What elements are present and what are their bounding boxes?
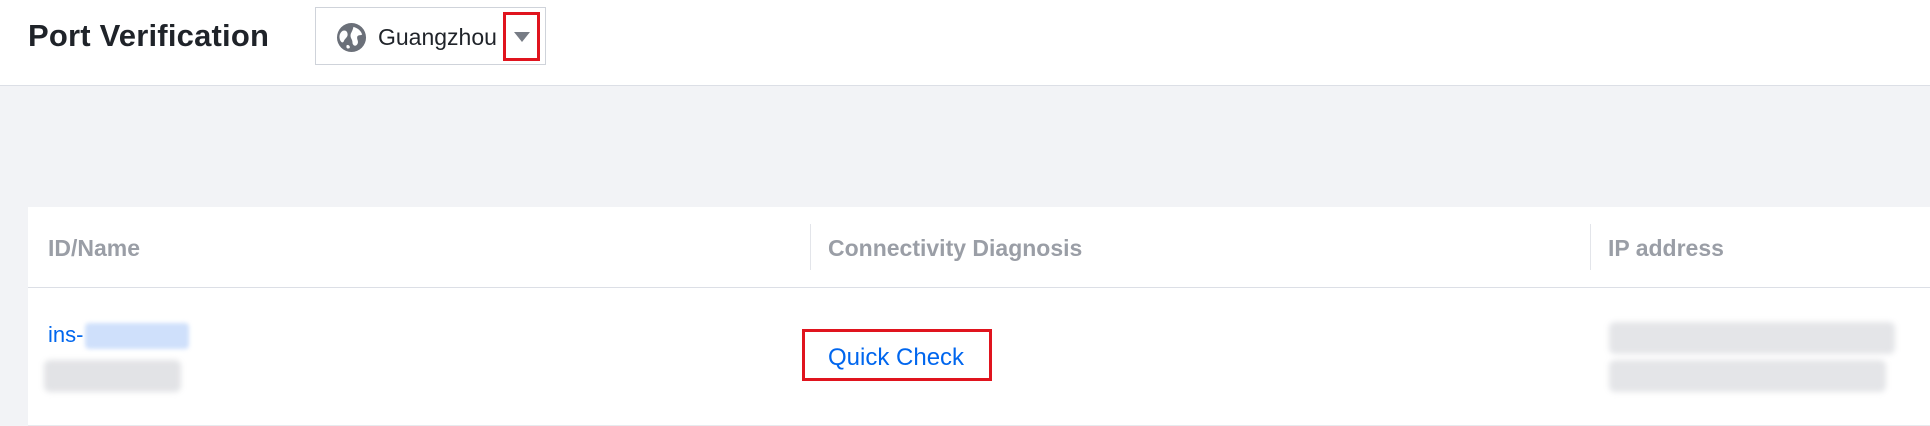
redacted-public-ip: [1609, 322, 1895, 354]
column-header-id-name: ID/Name: [48, 235, 141, 261]
table-header: ID/Name Connectivity Diagnosis IP addres…: [28, 207, 1930, 288]
column-divider: [1590, 224, 1591, 270]
table-row: ins- Quick Check: [28, 289, 1930, 426]
quick-check-label: Quick Check: [828, 344, 965, 371]
region-select[interactable]: Guangzhou: [315, 7, 546, 65]
region-label: Guangzhou: [378, 24, 497, 50]
instance-id-link[interactable]: ins-: [48, 322, 190, 350]
quick-check-button[interactable]: Quick Check: [802, 329, 992, 381]
chevron-down-icon: [514, 32, 530, 42]
instance-table: ID/Name Connectivity Diagnosis IP addres…: [28, 207, 1930, 426]
column-header-ip-address: IP address: [1608, 235, 1724, 261]
globe-icon: [336, 22, 367, 53]
column-divider: [810, 224, 811, 270]
page-title: Port Verification: [28, 18, 270, 53]
redacted-private-ip: [1609, 360, 1886, 392]
redacted-instance-name: [44, 360, 181, 392]
column-header-connectivity-diagnosis: Connectivity Diagnosis: [828, 235, 1083, 261]
page-header: Port Verification Guangzhou: [0, 0, 1930, 86]
instance-id-prefix: ins-: [48, 322, 84, 347]
redacted-instance-id: [85, 323, 190, 350]
region-dropdown-button[interactable]: [503, 12, 540, 61]
